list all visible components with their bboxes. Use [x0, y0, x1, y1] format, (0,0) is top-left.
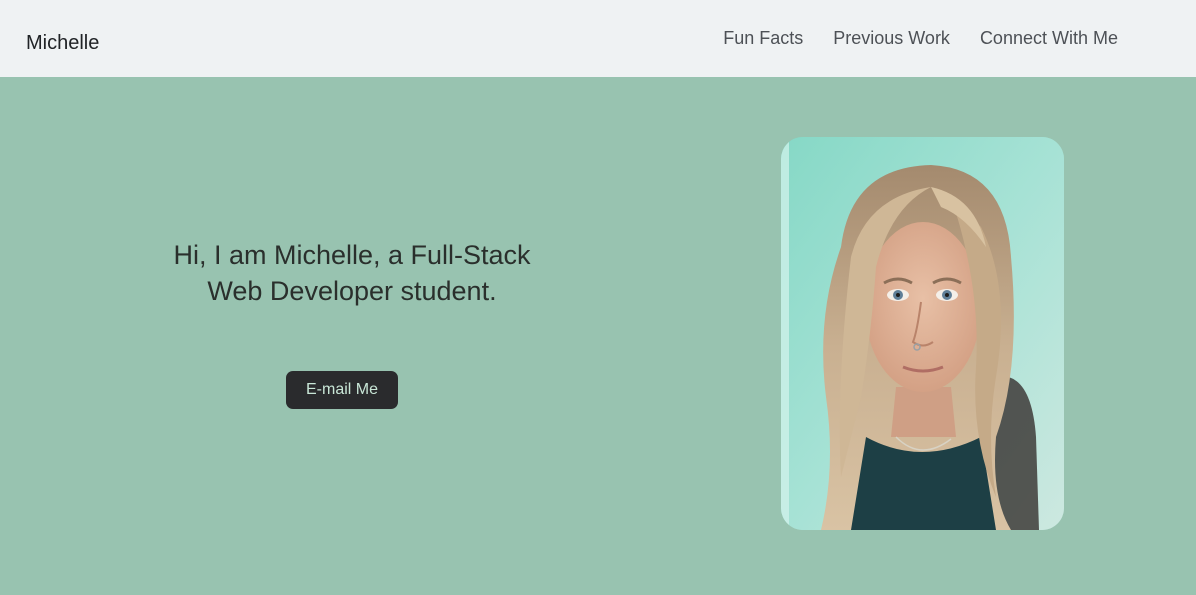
email-me-button[interactable]: E-mail Me: [286, 371, 398, 409]
profile-photo: [781, 137, 1064, 530]
navbar: Michelle Fun Facts Previous Work Connect…: [0, 0, 1196, 77]
portrait-illustration: [781, 137, 1064, 530]
brand-link[interactable]: Michelle: [26, 31, 99, 55]
hero-section: Hi, I am Michelle, a Full-Stack Web Deve…: [0, 77, 1196, 595]
nav-link-connect[interactable]: Connect With Me: [980, 26, 1118, 50]
hero-headline: Hi, I am Michelle, a Full-Stack Web Deve…: [173, 240, 531, 306]
nav-links: Fun Facts Previous Work Connect With Me: [723, 26, 1118, 50]
nav-link-fun-facts[interactable]: Fun Facts: [723, 26, 803, 50]
nav-link-previous-work[interactable]: Previous Work: [833, 26, 950, 50]
